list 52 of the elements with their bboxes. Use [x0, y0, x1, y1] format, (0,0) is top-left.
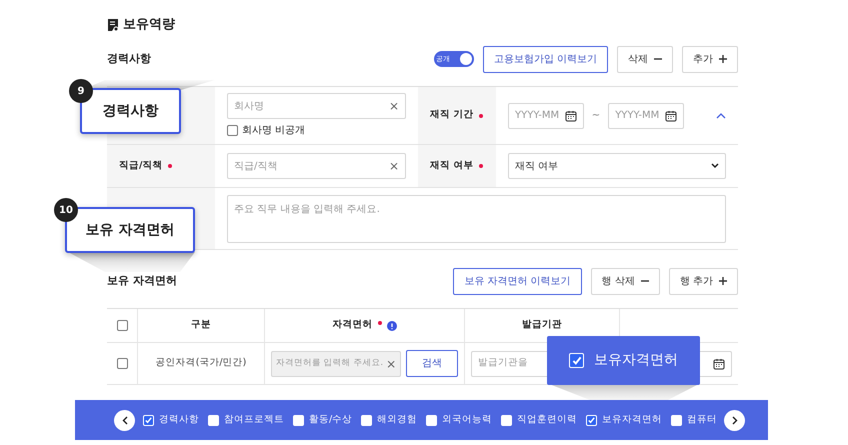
field-label: 재직 여부 — [430, 158, 474, 173]
column-header: 자격면허 — [332, 318, 372, 332]
checkbox[interactable] — [227, 125, 238, 136]
plus-icon — [719, 55, 727, 63]
section-heading: 보유 자격면허 — [107, 274, 177, 288]
column-header: 발급기관 — [522, 318, 562, 332]
nav-checkbox-item[interactable]: 컴퓨터 — [671, 412, 718, 428]
search-button[interactable]: 검색 — [406, 350, 458, 377]
history-button[interactable]: 고용보험가입 이력보기 — [482, 46, 608, 72]
collapse-icon[interactable] — [716, 112, 726, 118]
column-header: 구분 — [191, 318, 211, 332]
nav-checkbox-item[interactable]: 직업훈련이력 — [501, 412, 578, 428]
select-field[interactable]: 재직 여부 — [508, 153, 726, 179]
caret-icon — [711, 163, 719, 169]
nav-checkbox-item[interactable]: 경력사항 — [143, 412, 199, 428]
input-field[interactable]: 자격면허를 입력해 주세요. × — [271, 350, 402, 376]
range-separator: ~ — [592, 109, 600, 123]
nav-checkbox-item[interactable]: 해외경험 — [361, 412, 418, 428]
date-field[interactable]: YYYY-MM — [608, 102, 684, 128]
checkbox[interactable] — [116, 320, 128, 331]
clear-button[interactable]: × — [388, 157, 399, 175]
field-label: 재직 기간 — [430, 108, 474, 122]
clear-button[interactable]: × — [388, 97, 399, 115]
textarea-field[interactable]: 주요 직무 내용을 입력해 주세요. — [227, 194, 726, 242]
calendar-icon — [713, 358, 725, 370]
nav-checkbox-item[interactable]: 외국어능력 — [426, 412, 492, 428]
delete-button[interactable]: 행 삭제 — [590, 268, 660, 294]
clear-button[interactable]: × — [386, 354, 396, 372]
document-icon — [107, 18, 119, 32]
date-field[interactable]: YYYY-MM — [508, 102, 584, 128]
input-field[interactable]: 회사명 × — [227, 93, 406, 119]
add-button[interactable]: 추가 — [682, 46, 738, 72]
add-button[interactable]: 행 추가 — [668, 268, 738, 294]
chevron-left-icon — [122, 416, 128, 425]
step-number-badge: 10 — [54, 198, 78, 222]
history-button[interactable]: 보유 자격면허 이력보기 — [453, 268, 582, 294]
chevron-right-icon — [732, 416, 738, 425]
calendar-icon — [564, 110, 577, 122]
checkbox-label: 회사명 비공개 — [242, 124, 306, 138]
calendar-icon — [664, 110, 677, 122]
table-cell-text: 공인자격(국가/민간) — [156, 356, 246, 370]
nav-checkbox-item[interactable]: 참여프로젝트 — [208, 412, 284, 428]
nav-checkbox-item[interactable]: 활동/수상 — [293, 412, 352, 428]
plus-icon — [719, 277, 727, 285]
step-number-badge: 9 — [69, 79, 93, 103]
nav-checkbox-item[interactable]: 보유자격면허 — [586, 412, 662, 428]
field-label: 직급/직책 — [119, 158, 162, 173]
delete-button[interactable]: 삭제 — [617, 46, 673, 72]
checkbox[interactable] — [116, 358, 128, 369]
input-field[interactable]: 직급/직책 × — [227, 153, 406, 179]
page-title: 보유역량 — [123, 16, 175, 34]
section-heading: 경력사항 — [107, 52, 151, 66]
